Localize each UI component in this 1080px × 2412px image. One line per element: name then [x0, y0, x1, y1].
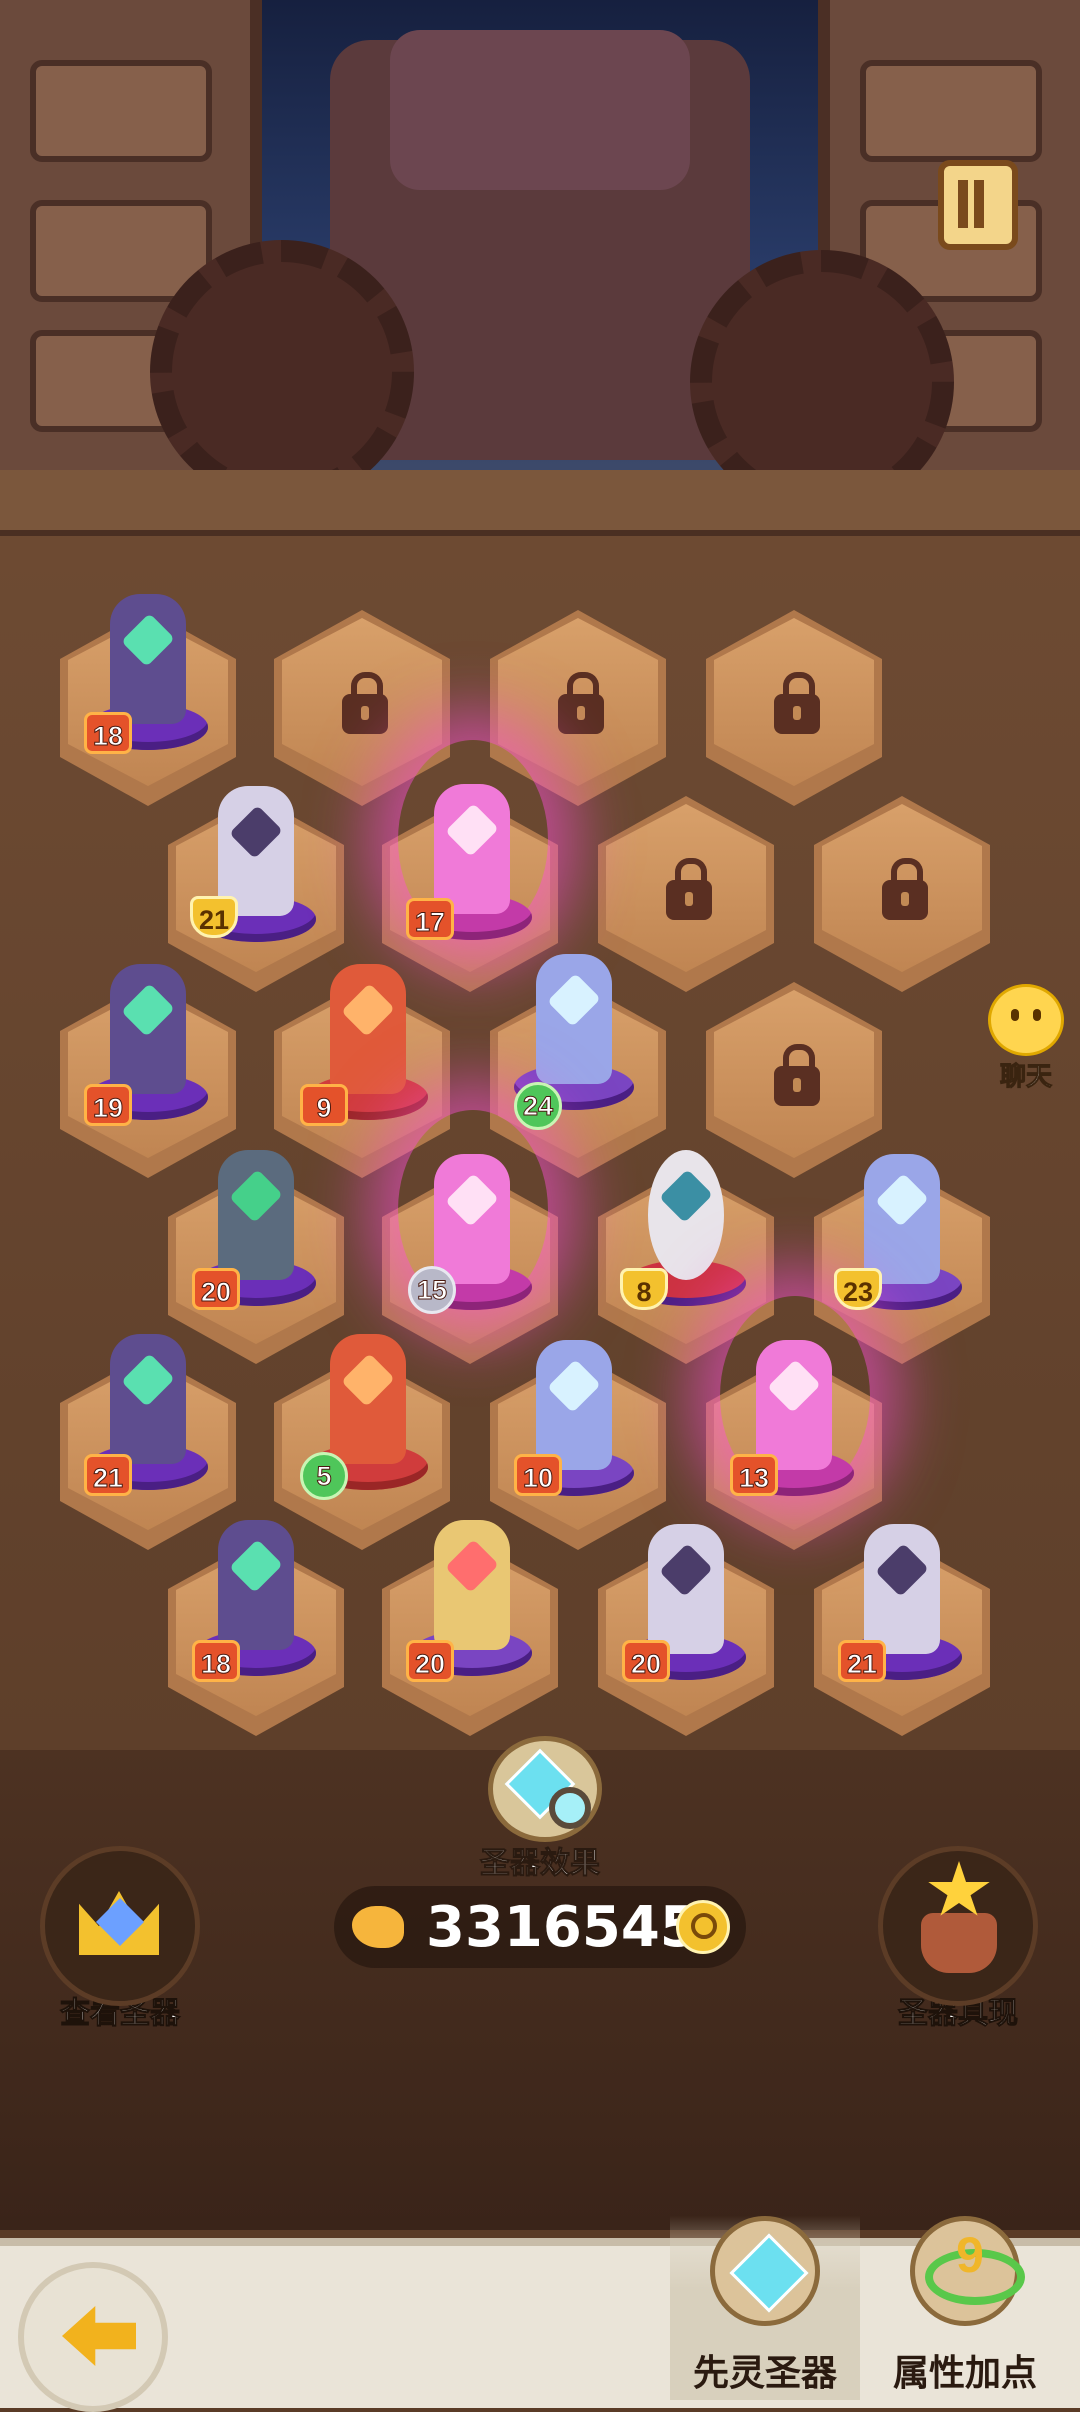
relic-effect-label[interactable]: 圣器效果 [440, 1838, 640, 1882]
relic-level-badge: 8 [620, 1268, 668, 1310]
relic-level-badge: 20 [192, 1268, 241, 1310]
scroll-menu-button[interactable] [938, 160, 1018, 250]
relic-level-badge: 21 [838, 1640, 887, 1682]
view-relics-button[interactable]: 查看圣器 [20, 1846, 220, 2032]
relic-pot-icon [921, 1913, 997, 1973]
relic-diamond-icon [710, 2216, 820, 2326]
tab-attribute-points[interactable]: 9 属性加点 [870, 2216, 1060, 2400]
relic-level-badge: 13 [730, 1454, 779, 1496]
relic-level-badge: 20 [406, 1640, 455, 1682]
relic-level-badge: 5 [300, 1452, 348, 1500]
relic-level-badge: 24 [514, 1082, 562, 1130]
relic-effect-magnifier-icon[interactable] [488, 1736, 602, 1842]
tab-relics[interactable]: 先灵圣器 [670, 2216, 860, 2400]
lock-icon [558, 672, 604, 734]
left-gear-decoration [150, 240, 414, 504]
back-button[interactable] [18, 2262, 168, 2412]
tab-attribute-points-label: 属性加点 [892, 2352, 1037, 2393]
chat-button[interactable]: 聊天 [978, 984, 1074, 1093]
attribute-points-icon: 9 [910, 2216, 1025, 2326]
relic-level-badge: 21 [84, 1454, 133, 1496]
chat-label: 聊天 [999, 1061, 1052, 1092]
chat-smiley-icon [988, 984, 1064, 1056]
relic-level-badge: 23 [834, 1268, 883, 1310]
power-value: 3316545 [426, 1895, 699, 1960]
relic-level-badge: 10 [514, 1454, 563, 1496]
lock-icon [774, 672, 820, 734]
relic-level-badge: 15 [408, 1266, 456, 1314]
back-arrow-icon [62, 2306, 136, 2366]
relic-level-badge: 18 [192, 1640, 241, 1682]
relic-level-badge: 9 [300, 1084, 348, 1126]
lock-icon [342, 672, 388, 734]
manifest-relic-button[interactable]: 圣器具现 [858, 1846, 1058, 2032]
lock-icon [882, 858, 928, 920]
temple-top-gear [390, 30, 690, 190]
lock-icon [774, 1044, 820, 1106]
power-search-icon[interactable] [676, 1900, 730, 1954]
relic-level-badge: 18 [84, 712, 133, 754]
relic-level-badge: 20 [622, 1640, 671, 1682]
relic-ice-spirit[interactable] [500, 910, 660, 1110]
relic-level-badge: 17 [406, 898, 455, 940]
lock-icon [666, 858, 712, 920]
relic-level-badge: 21 [190, 896, 239, 938]
tab-relics-label: 先灵圣器 [692, 2352, 837, 2393]
relic-level-badge: 19 [84, 1084, 133, 1126]
star-icon [928, 1861, 990, 1916]
